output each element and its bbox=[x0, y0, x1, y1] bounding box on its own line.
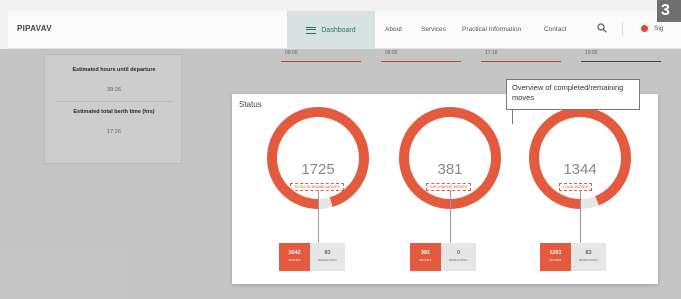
top-navigation: PIPAVAV Dashboard About Services Practic… bbox=[8, 11, 681, 49]
moves-completed-box: 1261 MOVES bbox=[540, 243, 571, 271]
step-number-badge: 3 bbox=[657, 0, 681, 22]
menu-icon bbox=[306, 26, 317, 34]
remaining-label: REMAINING bbox=[318, 258, 337, 262]
tab-dashboard-label: Dashboard bbox=[321, 26, 356, 34]
moves-completed-value: 381 bbox=[420, 250, 431, 256]
user-menu[interactable]: Sig bbox=[654, 25, 663, 32]
nav-divider bbox=[622, 22, 623, 36]
remaining-label: REMAINING bbox=[449, 258, 468, 262]
moves-label: MOVES bbox=[288, 258, 301, 262]
moves-remaining-box: 0 REMAINING bbox=[441, 243, 476, 271]
donut-total-value: 1725 bbox=[301, 161, 335, 178]
tooltip-pointer-line bbox=[512, 110, 513, 124]
tab-dashboard[interactable]: Dashboard bbox=[287, 11, 375, 49]
moves-completed-box: 1642 MOVES bbox=[279, 243, 310, 271]
stat-pair-discharge: 381 MOVES 0 REMAINING bbox=[410, 243, 476, 271]
moves-completed-value: 1642 bbox=[288, 250, 301, 256]
donut-connector bbox=[580, 190, 581, 243]
moves-label: MOVES bbox=[419, 258, 432, 262]
stat-pair-load: 1261 MOVES 83 REMAINING bbox=[540, 243, 606, 271]
nav-link-contact[interactable]: Contact bbox=[544, 26, 566, 33]
donut-connector bbox=[450, 190, 451, 243]
moves-label: MOVES bbox=[549, 258, 562, 262]
moves-remaining-value: 83 bbox=[324, 250, 331, 256]
tooltip-callout: Overview of completed/remaining moves bbox=[506, 79, 640, 110]
status-modal: Status 1725 TOTAL PLANNED MOVES 1642 MOV… bbox=[232, 94, 658, 284]
moves-remaining-value: 0 bbox=[456, 250, 461, 256]
nav-link-services[interactable]: Services bbox=[421, 26, 446, 33]
moves-remaining-box: 83 REMAINING bbox=[571, 243, 606, 271]
moves-remaining-value: 83 bbox=[585, 250, 592, 256]
app-window: PIPAVAV Dashboard About Services Practic… bbox=[0, 0, 681, 299]
remaining-label: REMAINING bbox=[579, 258, 598, 262]
moves-completed-value: 1261 bbox=[549, 250, 562, 256]
brand-logo[interactable]: PIPAVAV bbox=[17, 24, 52, 33]
moves-completed-box: 381 MOVES bbox=[410, 243, 441, 271]
donut-caption: LOAD MOVES bbox=[559, 183, 593, 191]
donut-total-value: 381 bbox=[437, 161, 463, 178]
user-icon[interactable] bbox=[641, 25, 648, 32]
search-icon[interactable] bbox=[597, 23, 607, 33]
donut-total-value: 1344 bbox=[563, 161, 597, 178]
nav-link-about[interactable]: About bbox=[385, 26, 402, 33]
modal-title: Status bbox=[239, 100, 262, 109]
donut-caption: DISCHARGE MOVES bbox=[426, 183, 472, 191]
moves-remaining-box: 83 REMAINING bbox=[310, 243, 345, 271]
donut-caption: TOTAL PLANNED MOVES bbox=[290, 183, 344, 191]
stat-pair-total: 1642 MOVES 83 REMAINING bbox=[279, 243, 345, 271]
nav-link-practical-information[interactable]: Practical Information bbox=[462, 26, 521, 33]
donut-connector bbox=[318, 190, 319, 243]
